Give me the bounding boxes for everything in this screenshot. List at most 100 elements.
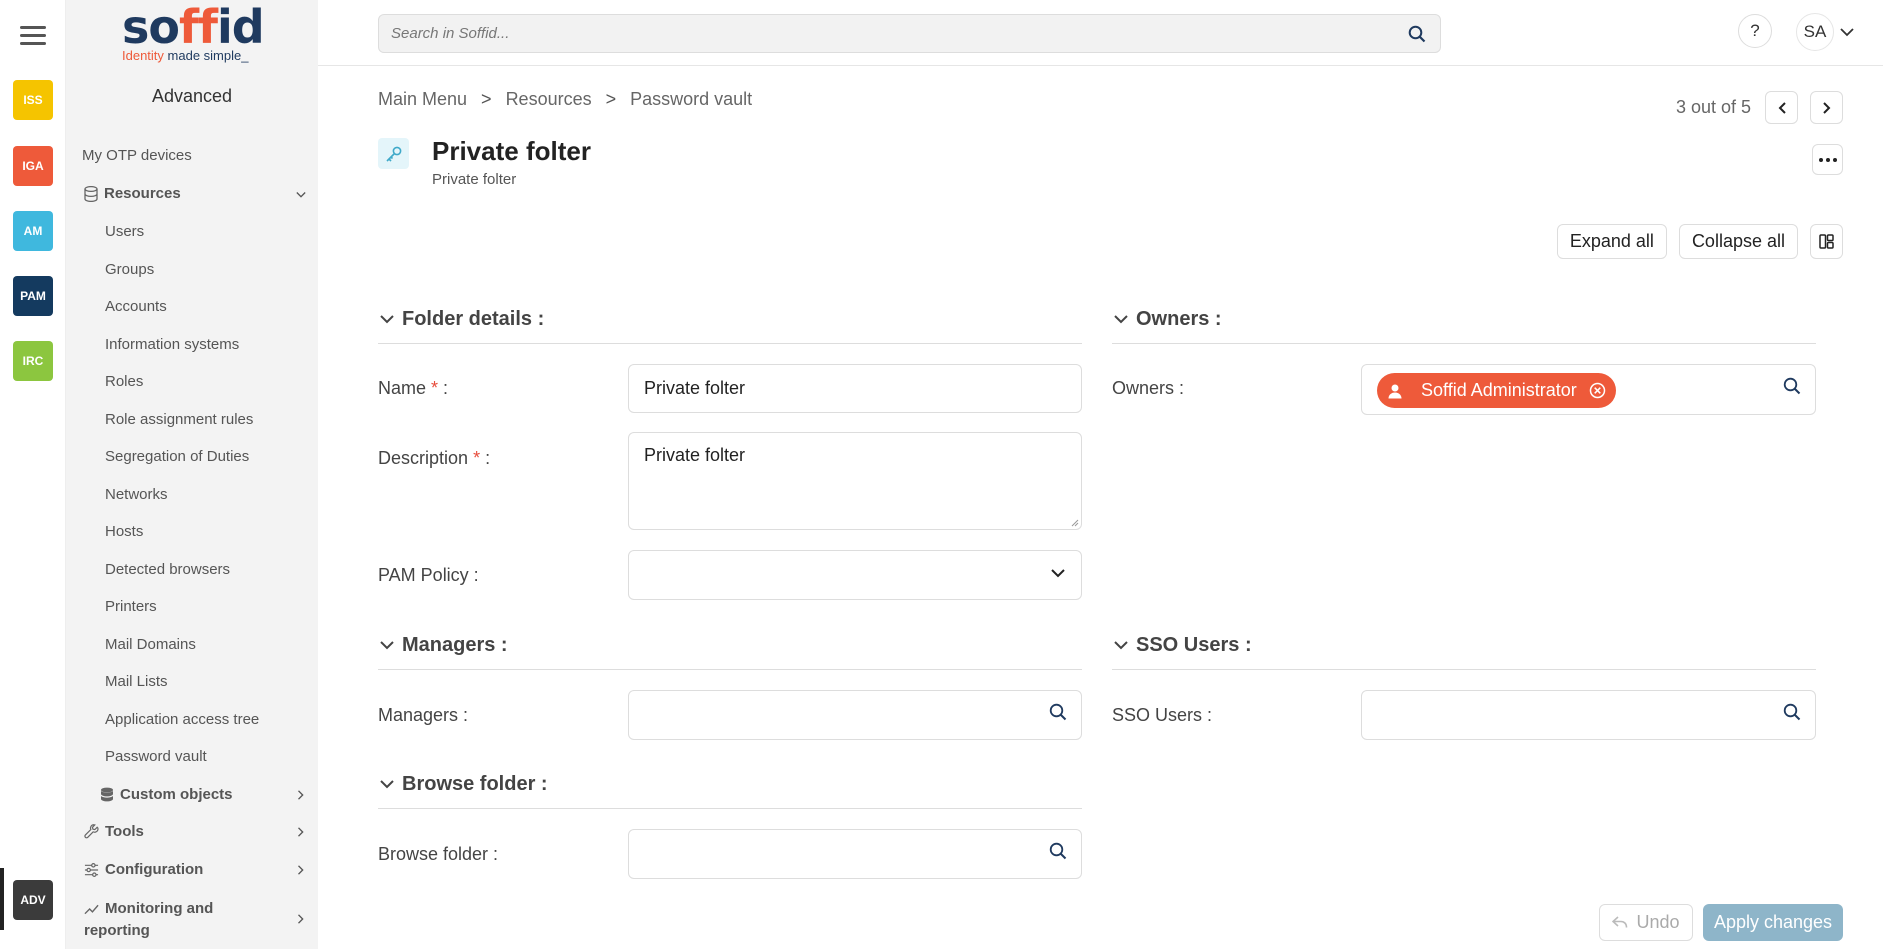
section-sso-users-header[interactable]: SSO Users : [1114,634,1252,657]
sso-users-field[interactable] [1361,690,1816,740]
wrench-icon [84,824,99,839]
form-toolbar: Expand all Collapse all [1556,224,1843,259]
search-icon[interactable] [1049,703,1067,721]
chevron-right-icon [298,865,304,875]
section-divider [378,669,1082,670]
more-options-button[interactable] [1812,144,1843,175]
search-input[interactable] [379,15,1379,52]
sidebar-item-accounts[interactable]: Accounts [105,298,167,315]
chevron-right-icon [298,914,304,924]
avatar: SA [1796,13,1834,51]
chevron-down-icon [380,315,394,324]
pam-policy-select[interactable] [628,550,1082,600]
section-title: Owners : [1136,308,1222,330]
database-icon [84,185,98,202]
app-badge-label: ADV [20,893,46,907]
section-browse-folder-header[interactable]: Browse folder : [380,773,548,796]
name-input[interactable] [629,365,1081,412]
app-badge-am[interactable]: AM [13,211,53,251]
owners-field[interactable]: Soffid Administrator [1361,364,1816,415]
search-icon[interactable] [1783,377,1801,395]
resize-handle-icon[interactable] [1071,519,1079,527]
chevron-down-icon [1114,641,1128,650]
managers-field[interactable] [628,690,1082,740]
sidebar-item-networks[interactable]: Networks [105,486,168,503]
section-divider [378,343,1082,344]
sidebar-item-information-systems[interactable]: Information systems [105,336,239,353]
sidebar-section-title: Advanced [151,86,233,106]
sidebar-item-users[interactable]: Users [105,223,144,240]
help-button[interactable]: ? [1738,14,1772,48]
app-badge-pam[interactable]: PAM [13,276,53,316]
pager-text: 3 out of 5 [1675,97,1751,117]
main-content: Main Menu > Resources > Password vault 3… [318,66,1883,949]
ellipsis-icon [1818,157,1837,162]
breadcrumb-item-password-vault[interactable]: Password vault [630,89,752,110]
owner-chip-label: Soffid Administrator [1421,380,1577,400]
breadcrumb-item-main-menu[interactable]: Main Menu [378,89,467,110]
chevron-down-icon [1051,569,1065,578]
database-stack-icon [101,787,113,801]
sidebar-item-hosts[interactable]: Hosts [105,523,143,540]
remove-circle-icon[interactable] [1589,382,1606,399]
previous-record-button[interactable] [1765,91,1798,124]
sidebar-item-otp-devices[interactable]: My OTP devices [82,147,192,164]
sidebar-item-printers[interactable]: Printers [105,598,157,615]
search-icon[interactable] [1049,842,1067,860]
chevron-right-icon [1822,101,1830,114]
sidebar-item-application-access-tree[interactable]: Application access tree [105,711,259,728]
layout-columns-icon [1819,234,1834,249]
record-pager: 3 out of 5 [1676,91,1843,124]
section-title: Folder details : [402,308,545,330]
section-title: Managers : [402,634,508,656]
description-field: Private folter [628,432,1082,530]
top-bar: ? SA [318,0,1883,66]
search-icon[interactable] [1408,25,1426,43]
app-badge-iss[interactable]: ISS [13,80,53,120]
page-title: Private folter [432,136,591,166]
chevron-down-icon [296,192,306,198]
search-icon[interactable] [1783,703,1801,721]
sidebar-item-segregation-of-duties[interactable]: Segregation of Duties [105,448,249,465]
app-badge-irc[interactable]: IRC [13,341,53,381]
section-title: Browse folder : [402,773,548,795]
app-badge-label: IGA [22,159,44,173]
section-owners-header[interactable]: Owners : [1114,308,1222,331]
sidebar-item-roles[interactable]: Roles [105,373,143,390]
sidebar-group-custom-objects[interactable]: Custom objects [100,786,318,803]
breadcrumb-item-resources[interactable]: Resources [506,89,592,110]
app-badge-iga[interactable]: IGA [13,146,53,186]
browse-folder-field[interactable] [628,829,1082,879]
chevron-down-icon [1114,315,1128,324]
sidebar-item-groups[interactable]: Groups [105,261,154,278]
sidebar-item-mail-lists[interactable]: Mail Lists [105,673,168,690]
hamburger-menu-icon[interactable] [20,26,46,46]
form-footer: Undo Apply changes [1599,904,1843,941]
user-menu-button[interactable]: SA [1796,13,1862,51]
layout-toggle-button[interactable] [1810,224,1843,259]
apply-changes-button[interactable]: Apply changes [1703,904,1843,941]
trend-chart-icon [84,904,99,915]
sidebar-group-tools[interactable]: Tools [84,823,318,840]
sidebar-group-label: Resources [104,185,181,202]
sidebar-item-password-vault[interactable]: Password vault [105,748,207,765]
section-title: SSO Users : [1136,634,1252,656]
section-managers-header[interactable]: Managers : [380,634,508,657]
sidebar-group-resources[interactable]: Resources [84,185,318,202]
undo-button[interactable]: Undo [1599,904,1693,941]
soffid-logo: soffid Identity made simple_ [122,0,265,63]
next-record-button[interactable] [1810,91,1843,124]
sidebar-group-configuration[interactable]: Configuration [84,861,318,878]
app-badge-adv[interactable]: ADV [13,880,53,920]
collapse-all-button[interactable]: Collapse all [1678,224,1798,259]
sidebar-group-monitoring[interactable]: Monitoring and reporting [84,898,318,942]
description-textarea[interactable]: Private folter [629,433,1081,529]
owner-chip: Soffid Administrator [1377,373,1616,408]
sidebar-item-mail-domains[interactable]: Mail Domains [105,636,196,653]
sidebar-item-detected-browsers[interactable]: Detected browsers [105,561,230,578]
expand-all-button[interactable]: Expand all [1556,224,1667,259]
sidebar-item-role-assignment-rules[interactable]: Role assignment rules [105,411,253,428]
section-folder-details-header[interactable]: Folder details : [380,308,544,331]
help-icon: ? [1750,21,1760,40]
name-field [628,364,1082,413]
